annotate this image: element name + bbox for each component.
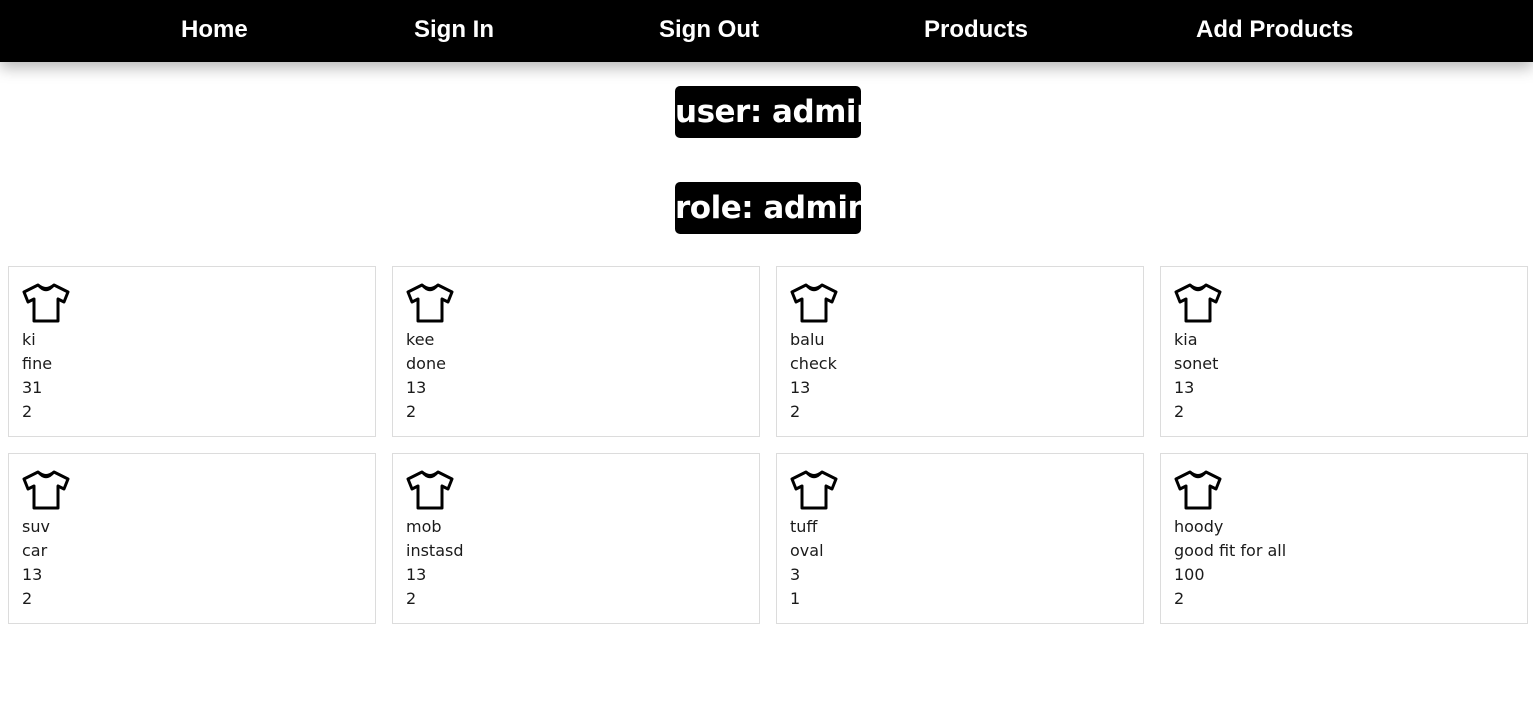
product-quantity: 1 <box>790 589 801 608</box>
product-description: oval <box>790 541 824 560</box>
product-card: kia sonet 13 2 <box>1160 266 1528 437</box>
nav-sign-out-link[interactable]: Sign Out <box>659 14 759 46</box>
tshirt-icon <box>1174 283 1222 323</box>
product-quantity: 2 <box>790 402 801 421</box>
nav-sign-in-link[interactable]: Sign In <box>414 14 494 46</box>
product-price: 13 <box>22 565 43 584</box>
product-price: 13 <box>1174 378 1195 397</box>
tshirt-icon <box>22 470 70 510</box>
product-card: mob instasd 13 2 <box>392 453 760 624</box>
product-quantity: 2 <box>406 589 417 608</box>
product-description: fine <box>22 354 53 373</box>
product-quantity: 2 <box>1174 589 1185 608</box>
user-badge: user: admin <box>675 86 878 138</box>
tshirt-icon <box>406 470 454 510</box>
tshirt-icon <box>1174 470 1222 510</box>
tshirt-icon <box>22 283 70 323</box>
product-price: 31 <box>22 378 43 397</box>
nav-add-products-link[interactable]: Add Products <box>1196 14 1353 46</box>
product-description: good fit for all <box>1174 541 1287 560</box>
nav-products-link[interactable]: Products <box>924 14 1028 46</box>
product-card: suv car 13 2 <box>8 453 376 624</box>
product-description: sonet <box>1174 354 1219 373</box>
product-name: kee <box>406 330 435 349</box>
product-card: balu check 13 2 <box>776 266 1144 437</box>
product-quantity: 2 <box>22 589 33 608</box>
product-card: hoody good fit for all 100 2 <box>1160 453 1528 624</box>
product-price: 13 <box>790 378 811 397</box>
product-price: 13 <box>406 565 427 584</box>
product-name: kia <box>1174 330 1198 349</box>
tshirt-icon <box>406 283 454 323</box>
product-quantity: 2 <box>22 402 33 421</box>
role-badge: role: admin <box>675 182 870 234</box>
product-description: done <box>406 354 446 373</box>
tshirt-icon <box>790 470 838 510</box>
product-name: hoody <box>1174 517 1224 536</box>
product-name: tuff <box>790 517 818 536</box>
product-name: mob <box>406 517 442 536</box>
product-price: 100 <box>1174 565 1205 584</box>
product-description: car <box>22 541 48 560</box>
product-price: 13 <box>406 378 427 397</box>
product-description: instasd <box>406 541 464 560</box>
product-card: tuff oval 3 1 <box>776 453 1144 624</box>
top-navbar: Home Sign In Sign Out Products Add Produ… <box>0 0 1533 62</box>
product-description: check <box>790 354 837 373</box>
product-price: 3 <box>790 565 801 584</box>
product-quantity: 2 <box>1174 402 1185 421</box>
tshirt-icon <box>790 283 838 323</box>
product-name: ki <box>22 330 36 349</box>
product-card: kee done 13 2 <box>392 266 760 437</box>
product-name: suv <box>22 517 50 536</box>
product-quantity: 2 <box>406 402 417 421</box>
product-card: ki fine 31 2 <box>8 266 376 437</box>
nav-home-link[interactable]: Home <box>181 14 248 46</box>
product-name: balu <box>790 330 825 349</box>
